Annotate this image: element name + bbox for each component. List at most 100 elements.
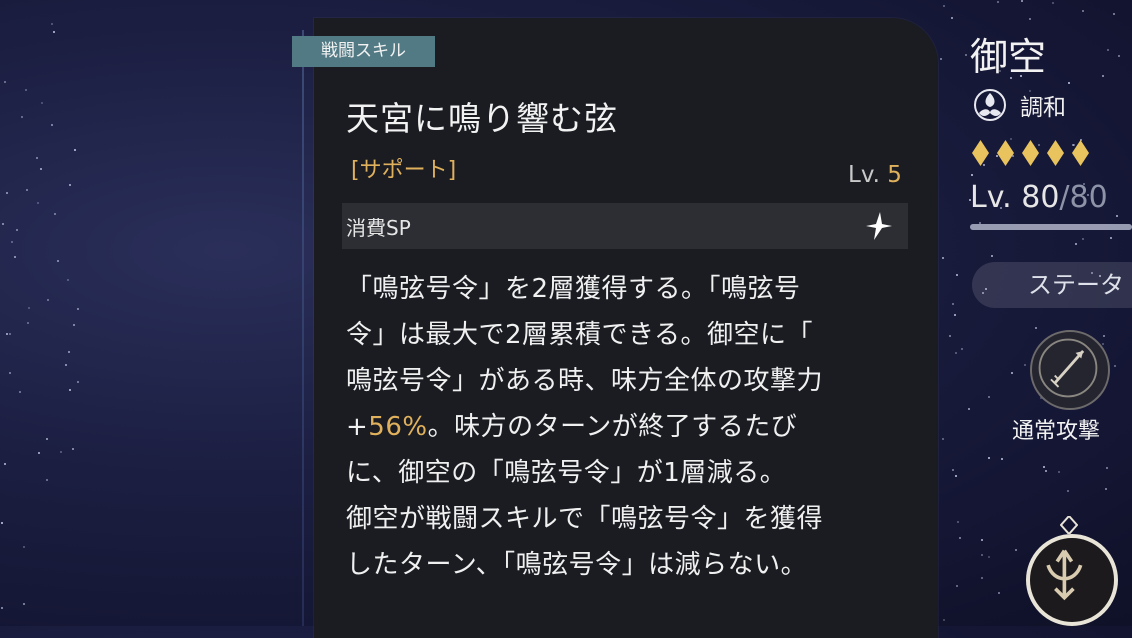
star-dot [981,553,984,556]
description-line: 「鳴弦号令」を2層獲得する。「鳴弦号 [346,274,801,304]
bracket-line [302,30,304,626]
star-dot [1042,465,1045,468]
status-button[interactable]: ステータ [972,262,1132,308]
star-dot [1,606,4,609]
star-dot [981,576,984,579]
star-dot [27,306,30,309]
star-dot [967,408,970,411]
bow-ultimate-icon [1046,549,1083,601]
star-dot [988,457,990,460]
star-dot [5,192,8,195]
level-max: 80 [1069,180,1108,215]
star-dot [2,223,5,226]
star-dot [67,279,70,282]
star-dot [69,183,72,186]
description-line: 御空が戦闘スキルで「鳴弦号令」を獲得 [346,504,824,534]
basic-attack-button[interactable] [1030,330,1110,410]
star-dot [52,31,55,34]
star-dot [955,273,958,276]
star-dot [970,174,973,177]
star-dot [1000,458,1003,461]
star-dot [68,389,71,392]
star-dot [949,335,952,338]
star-dot [72,447,74,450]
star-dot [981,539,984,542]
star-dot [956,584,959,587]
star-dot [20,115,23,118]
star-dot [941,257,944,260]
star-dot [60,451,63,454]
star-dot [1014,549,1017,552]
star-dot [77,307,80,310]
harmony-path-icon [974,89,1006,121]
star-dot [4,80,7,83]
star-dot [987,555,990,558]
star-dot [46,299,49,302]
rarity-star-icon [1022,140,1039,166]
star-dot [1110,237,1113,240]
star-dot [1081,10,1084,13]
level-current: 80 [1021,180,1060,215]
rarity-star-icon [997,140,1014,166]
level-progress-fill [970,224,1132,230]
description-plus: + [346,412,369,442]
star-dot [64,363,67,366]
description-line: 令」は最大で2層累積できる。御空に「 [346,320,814,350]
rarity-star-icon [1047,140,1064,166]
star-dot [27,322,30,325]
star-dot [46,479,49,482]
character-name: 御空 [970,35,1047,79]
star-dot [956,521,959,524]
description-line-with-value: +56%。味方のターンが終了するたび [346,404,916,450]
star-dot [74,149,77,152]
star-dot [1104,488,1107,491]
star-dot [14,255,17,258]
rarity-star-icon [1072,140,1089,166]
star-dot [991,254,994,257]
character-path: 調和 [1020,95,1066,121]
description-text: 。味方のターンが終了するたび [427,412,798,442]
level-separator: / [1059,180,1070,215]
star-dot [8,372,11,375]
star-dot [3,462,6,465]
skill-category: [サポート] [351,158,457,183]
star-dot [951,302,954,305]
star-dot [22,603,25,606]
star-dot [950,17,953,20]
star-dot [952,469,954,472]
star-dot [1106,49,1109,52]
star-dot [50,124,53,127]
skill-type-tag: 戦闘スキル [292,36,435,67]
level-progress-bar [970,224,1132,230]
star-dot [1113,364,1116,367]
star-dot [1106,467,1109,470]
star-dot [1021,0,1024,3]
star-dot [1118,55,1121,58]
attack-bonus-value: 56% [368,412,428,442]
skill-description: 「鳴弦号令」を2層獲得する。「鳴弦号 令」は最大で2層累積できる。御空に「 鳴弦… [346,266,916,588]
star-dot [26,189,29,192]
rarity-stars [972,140,1089,168]
star-dot [955,474,958,477]
star-dot [40,102,43,105]
sp-cost-row: 消費SP [342,203,908,249]
star-dot [1101,74,1104,77]
star-dot [38,451,41,454]
rarity-star-icon [972,140,989,166]
star-dot [50,23,53,26]
skill-level-prefix: Lv. [848,162,880,188]
star-dot [1044,470,1047,473]
star-dot [68,350,70,353]
sp-star-icon [866,212,892,240]
ultimate-button[interactable] [1026,534,1118,626]
star-dot [943,4,946,7]
star-dot [955,352,958,355]
star-dot [39,167,42,170]
star-dot [6,333,9,335]
star-dot [1075,242,1078,245]
arrow-icon [1038,338,1098,398]
skill-level: Lv. 5 [848,162,902,188]
star-dot [998,592,1001,595]
star-dot [996,1,999,4]
star-dot [10,241,13,244]
